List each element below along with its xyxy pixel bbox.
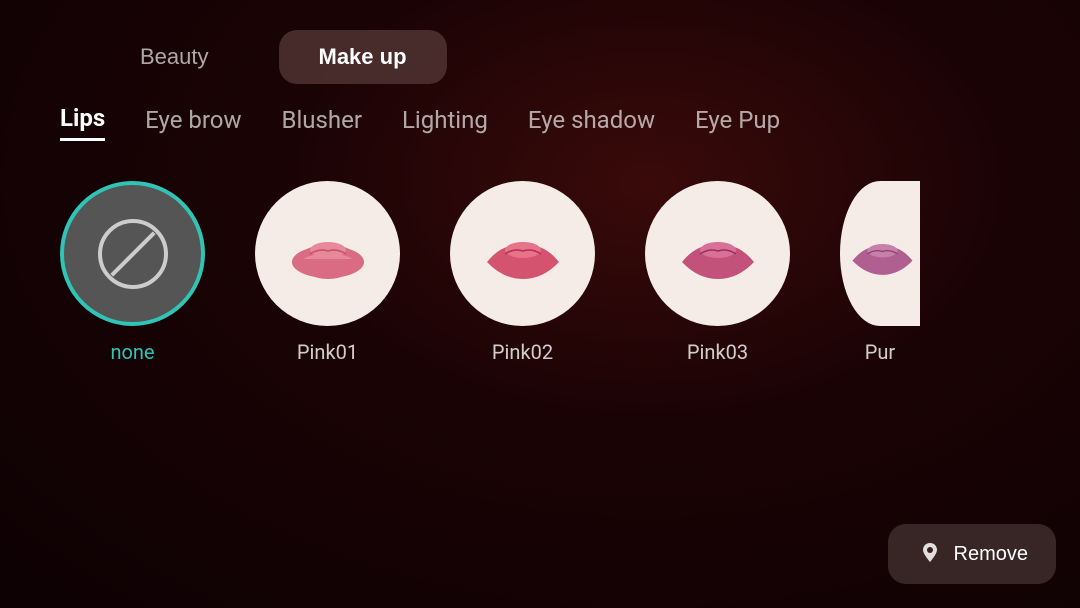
tab-eyepup[interactable]: Eye Pup xyxy=(695,106,780,140)
top-bar: Beauty Make up xyxy=(0,0,1080,104)
lip-pink01-icon xyxy=(283,224,373,284)
no-entry-icon xyxy=(98,219,168,289)
item-pink01[interactable]: Pink01 xyxy=(255,181,400,364)
item-pink03[interactable]: Pink03 xyxy=(645,181,790,364)
category-tabs: Lips Eye brow Blusher Lighting Eye shado… xyxy=(0,104,1080,141)
lip-pink02-icon xyxy=(478,224,568,284)
item-pink02[interactable]: Pink02 xyxy=(450,181,595,364)
lip-pur-icon xyxy=(845,224,920,284)
tab-lighting[interactable]: Lighting xyxy=(402,106,488,140)
remove-icon xyxy=(916,540,944,568)
pink01-circle xyxy=(255,181,400,326)
items-row: none Pink01 Pink02 xyxy=(0,171,1080,374)
item-pur[interactable]: Pur xyxy=(840,181,920,364)
pink01-label: Pink01 xyxy=(297,340,358,364)
tab-eyeshadow[interactable]: Eye shadow xyxy=(528,106,655,140)
pur-circle xyxy=(840,181,920,326)
makeup-button[interactable]: Make up xyxy=(279,30,447,84)
none-circle xyxy=(60,181,205,326)
tab-lips[interactable]: Lips xyxy=(60,104,105,141)
remove-button[interactable]: Remove xyxy=(888,524,1056,584)
lip-pink03-icon xyxy=(673,224,763,284)
item-none[interactable]: none xyxy=(60,181,205,364)
remove-label: Remove xyxy=(954,543,1028,566)
pur-label: Pur xyxy=(865,340,895,364)
pink02-circle xyxy=(450,181,595,326)
pink02-label: Pink02 xyxy=(492,340,553,364)
pink03-circle xyxy=(645,181,790,326)
beauty-button[interactable]: Beauty xyxy=(100,30,249,84)
none-label: none xyxy=(110,340,154,364)
tab-blusher[interactable]: Blusher xyxy=(282,106,362,140)
pink03-label: Pink03 xyxy=(687,340,748,364)
tab-eyebrow[interactable]: Eye brow xyxy=(145,106,241,140)
